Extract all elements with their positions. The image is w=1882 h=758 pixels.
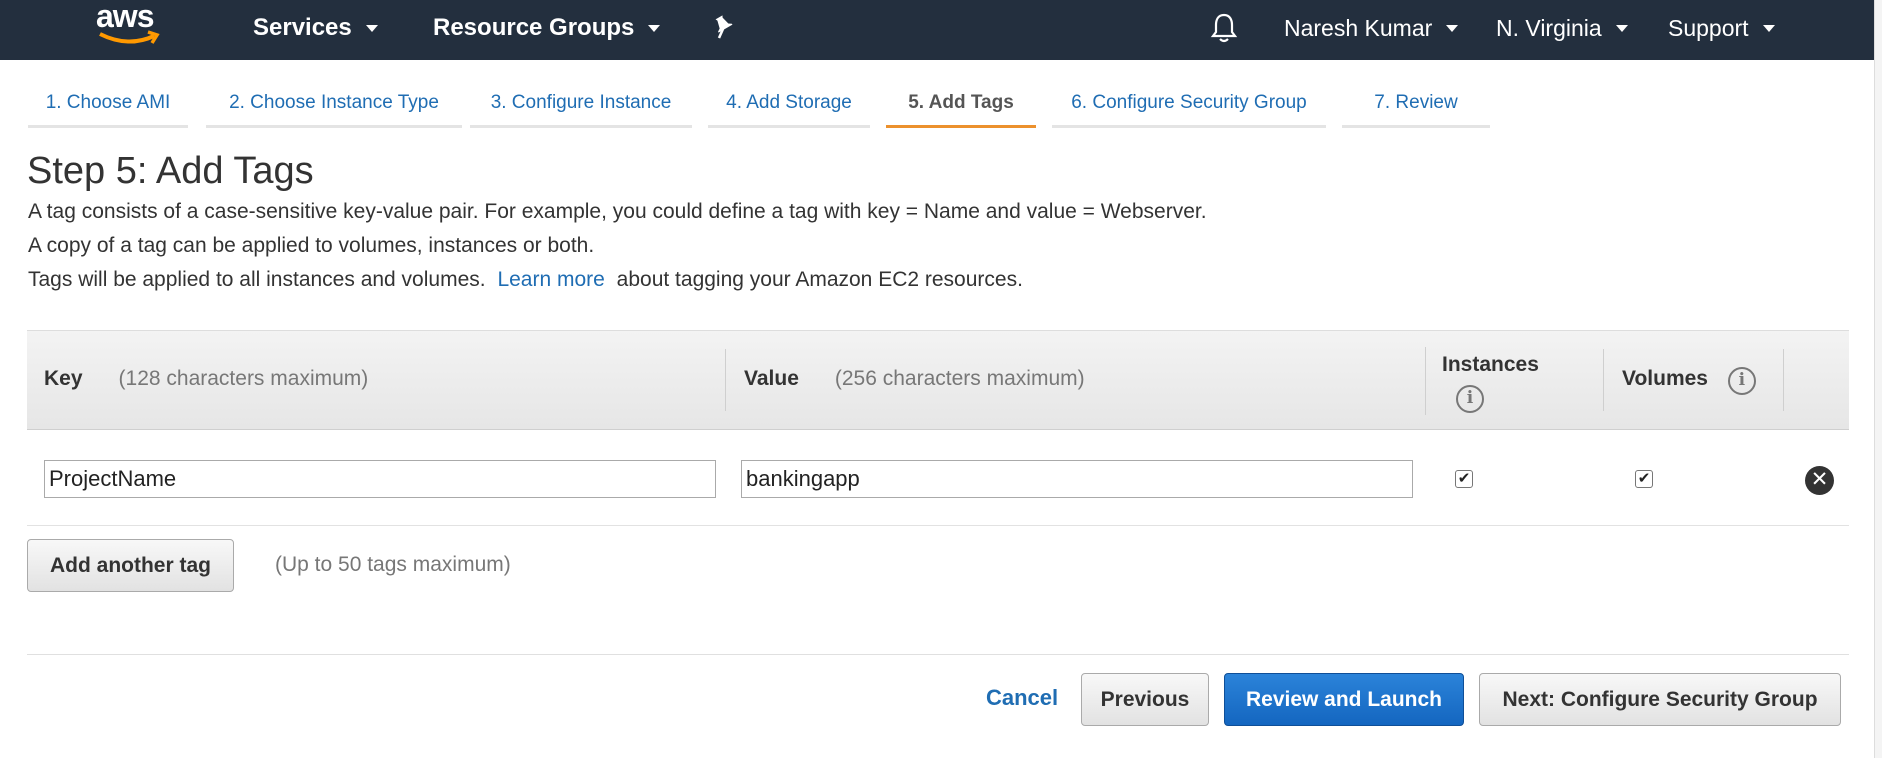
tab-configure-security-group[interactable]: 6. Configure Security Group [1052,86,1326,128]
tag-value-input[interactable] [741,460,1413,498]
aws-logo[interactable]: aws [92,0,172,52]
resource-groups-label: Resource Groups [433,14,635,41]
instances-checkbox[interactable]: ✔ [1455,470,1473,488]
tag-limit-note: (Up to 50 tags maximum) [275,553,511,576]
column-divider [1603,349,1604,411]
region-label: N. Virginia [1496,14,1602,41]
volumes-column-header: Volumes i [1622,367,1756,395]
tab-configure-instance[interactable]: 3. Configure Instance [470,86,692,128]
info-icon[interactable]: i [1456,385,1484,413]
support-label: Support [1668,14,1749,41]
learn-more-link[interactable]: Learn more [497,268,604,291]
description-line-3: Tags will be applied to all instances an… [28,268,1023,292]
chevron-down-icon [1762,24,1775,32]
value-header-label: Value [744,367,799,390]
region-menu[interactable]: N. Virginia [1496,12,1628,44]
description-text: about tagging your Amazon EC2 resources. [616,268,1023,291]
user-menu[interactable]: Naresh Kumar [1284,12,1459,44]
tab-review[interactable]: 7. Review [1342,86,1490,128]
column-divider [1425,347,1426,415]
column-divider [1783,349,1784,411]
resource-groups-menu[interactable]: Resource Groups [433,12,661,44]
page-title: Step 5: Add Tags [27,150,314,192]
bell-icon[interactable] [1210,12,1238,44]
description-line-1: A tag consists of a case-sensitive key-v… [28,200,1207,223]
tags-table-header: Key (128 characters maximum) Value (256 ch… [27,330,1849,430]
previous-button[interactable]: Previous [1081,673,1209,726]
review-and-launch-button[interactable]: Review and Launch [1224,673,1464,726]
remove-tag-icon[interactable]: ✕ [1805,466,1834,495]
description-text: Tags will be applied to all instances an… [28,268,486,291]
tag-key-input[interactable] [44,460,716,498]
key-header-hint: (128 characters maximum) [118,367,369,390]
table-row: ✔ ✔ ✕ [27,430,1849,526]
description-line-2: A copy of a tag can be applied to volume… [28,234,595,257]
user-name: Naresh Kumar [1284,14,1433,41]
volumes-checkbox[interactable]: ✔ [1635,470,1653,488]
column-divider [725,349,726,411]
chevron-down-icon [1615,24,1628,32]
pin-icon[interactable] [712,14,736,40]
tab-add-tags[interactable]: 5. Add Tags [886,86,1036,128]
services-menu[interactable]: Services [253,12,378,44]
support-menu[interactable]: Support [1668,12,1775,44]
aws-smile-icon [99,30,160,44]
chevron-down-icon [1446,24,1459,32]
info-icon[interactable]: i [1727,367,1756,395]
tab-add-storage[interactable]: 4. Add Storage [708,86,870,128]
tab-choose-ami[interactable]: 1. Choose AMI [28,86,188,128]
cancel-button[interactable]: Cancel [986,685,1058,711]
instances-column-header: Instances i [1442,353,1539,413]
key-column-header: Key (128 characters maximum) [44,367,368,391]
key-header-label: Key [44,367,83,390]
value-column-header: Value (256 characters maximum) [744,367,1085,391]
instances-header-label: Instances [1442,353,1539,376]
section-divider [27,654,1849,655]
volumes-header-label: Volumes [1622,367,1708,390]
chevron-down-icon [648,24,661,32]
next-configure-security-group-button[interactable]: Next: Configure Security Group [1479,673,1841,726]
chevron-down-icon [365,24,378,32]
add-another-tag-button[interactable]: Add another tag [27,539,234,592]
value-header-hint: (256 characters maximum) [834,367,1085,390]
top-navigation-bar: aws Services Resource Groups Naresh Kuma… [0,0,1882,60]
tab-choose-instance-type[interactable]: 2. Choose Instance Type [206,86,462,128]
services-label: Services [253,14,352,41]
page-scrollbar[interactable] [1874,0,1882,758]
